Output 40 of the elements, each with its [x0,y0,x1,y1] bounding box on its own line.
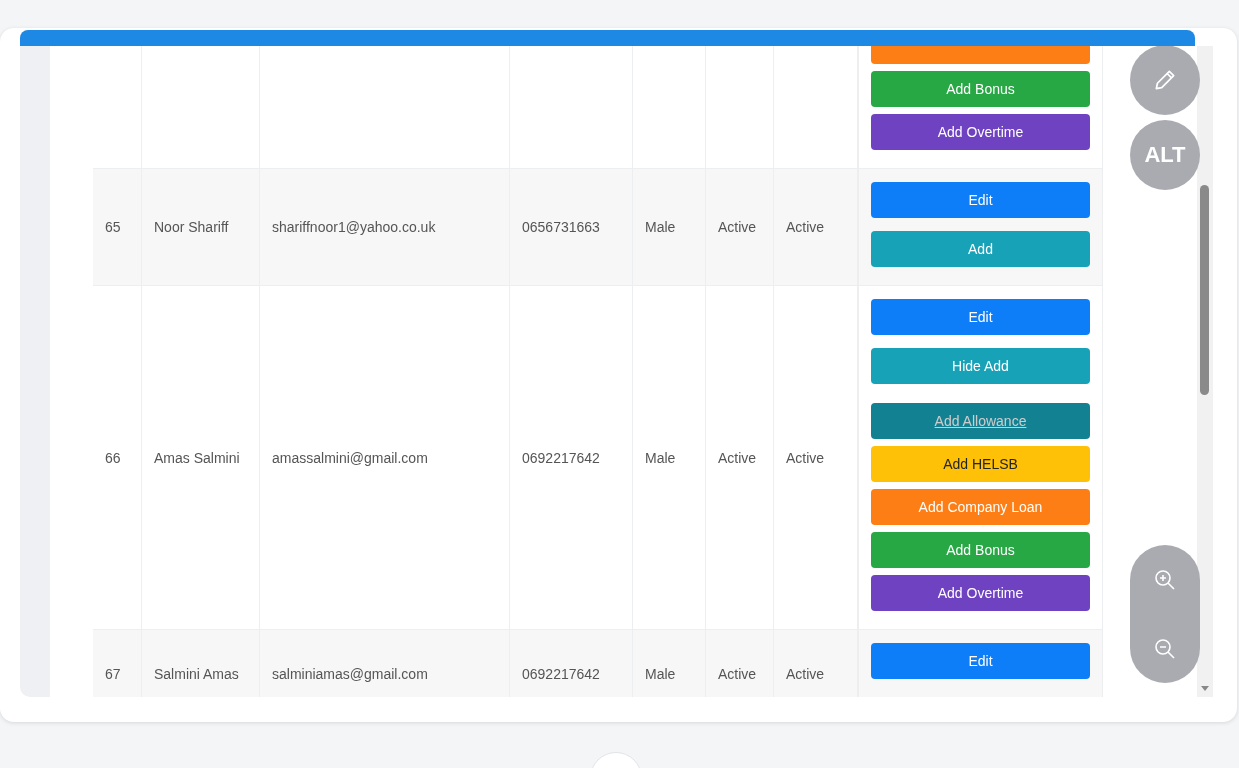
table-cell: 67 [105,666,121,682]
table-cell: 0692217642 [522,666,600,682]
table-cell: Male [645,219,676,235]
table-cell: Active [786,666,825,682]
action-button[interactable]: Hide Add [871,348,1090,384]
table-cell: Noor Shariff [154,219,229,235]
scroll-down-icon[interactable] [1201,686,1209,691]
scrollbar[interactable] [1197,46,1213,697]
zoom-in-icon [1153,567,1177,592]
table-cell: Active [786,219,825,235]
table-cell: 66 [105,449,121,466]
table-cell: 0692217642 [522,449,600,466]
table-cell: Active [718,219,757,235]
table-cell: Active [718,449,757,466]
action-button[interactable]: Add Bonus [871,532,1090,568]
zoom-in-button[interactable] [1153,567,1177,592]
table-cell: Salmini Amas [154,666,239,682]
table-cell: amassalmini@gmail.com [272,449,428,466]
table-cell: Active [786,449,825,466]
table-cell: Male [645,666,676,682]
zoom-out-icon [1153,636,1177,661]
action-button[interactable]: Edit [871,643,1090,679]
action-button[interactable]: Add Bonus [871,71,1090,107]
scrollbar-thumb[interactable] [1200,185,1209,395]
action-button[interactable]: Add HELSB [871,446,1090,482]
action-button[interactable]: Add Allowance [871,403,1090,439]
action-button[interactable]: Add Overtime [871,575,1090,611]
table-cell: Male [645,449,676,466]
action-button[interactable]: Edit [871,299,1090,335]
action-button[interactable]: Edit [871,182,1090,218]
action-button[interactable]: Add Overtime [871,114,1090,150]
table-cell: shariffnoor1@yahoo.co.uk [272,219,436,235]
table-cell: salminiamas@gmail.com [272,666,428,682]
action-button[interactable]: Add [871,231,1090,267]
table-cell: Amas Salmini [154,449,240,466]
zoom-out-button[interactable] [1153,636,1177,661]
table-cell: 65 [105,219,121,235]
action-button[interactable]: Add Company Loan [871,489,1090,525]
table-cell: Active [718,666,757,682]
table-cell: 0656731663 [522,219,600,235]
